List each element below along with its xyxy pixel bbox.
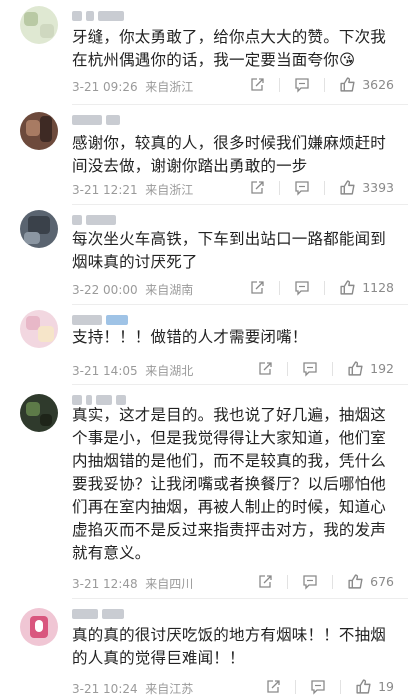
like-count: 192 (370, 361, 394, 376)
share-icon (259, 361, 272, 375)
comment-time: 3-21 10:24 (72, 682, 138, 696)
username[interactable] (72, 114, 120, 126)
comment-time: 3-21 09:26 (72, 80, 138, 94)
like-icon (348, 574, 363, 589)
avatar[interactable] (20, 210, 58, 248)
like-button[interactable]: 3626 (339, 76, 394, 93)
reply-button[interactable] (294, 77, 310, 93)
username[interactable] (72, 314, 128, 326)
reply-button[interactable] (302, 574, 318, 590)
comment-time: 3-21 14:05 (72, 364, 138, 378)
divider (72, 304, 408, 305)
share-icon (251, 77, 264, 91)
like-button[interactable]: 676 (347, 573, 394, 590)
comment-meta: 3-21 14:05 来自湖北 (72, 362, 193, 379)
comment-actions: 3393 (249, 179, 394, 196)
divider (72, 104, 408, 105)
comment-text: 牙缝，你太勇敢了，给你点大大的赞。下次我在杭州偶遇你的话，我一定要当面夸你😘 (72, 28, 387, 69)
like-count: 19 (378, 679, 394, 694)
comment-text: 真的真的很讨厌吃饭的地方有烟味！！不抽烟的人真的觉得巨难闻！！ (72, 626, 387, 667)
share-icon (251, 180, 264, 194)
like-button[interactable]: 1128 (339, 279, 394, 296)
comment-location: 来自湖南 (145, 283, 194, 297)
like-count: 3393 (362, 180, 394, 195)
comment-meta: 3-21 10:24 来自江苏 (72, 680, 193, 697)
username[interactable] (72, 608, 124, 620)
share-button[interactable] (249, 280, 265, 296)
comment-actions: 676 (257, 573, 394, 590)
comment-actions: 1128 (249, 279, 394, 296)
comment-location: 来自浙江 (145, 183, 194, 197)
like-icon (340, 180, 355, 195)
comment-icon (295, 180, 309, 196)
comment-icon (295, 77, 309, 93)
comment-time: 3-22 00:00 (72, 283, 138, 297)
avatar[interactable] (20, 394, 58, 432)
comment-meta: 3-22 00:00 来自湖南 (72, 281, 193, 298)
comment-location: 来自四川 (145, 577, 194, 591)
reply-button[interactable] (294, 280, 310, 296)
comment-text: 感谢你，较真的人，很多时候我们嫌麻烦赶时间没去做，谢谢你踏出勇敢的一步 (72, 134, 387, 175)
share-button[interactable] (257, 361, 273, 377)
comment-icon (303, 574, 317, 590)
comment-icon (311, 679, 325, 695)
comment-text: 真实，这才是目的。我也说了好几遍，抽烟这个事是小，但是我觉得得让大家知道，他们室… (72, 406, 387, 562)
like-count: 3626 (362, 77, 394, 92)
reply-button[interactable] (302, 361, 318, 377)
reply-button[interactable] (294, 180, 310, 196)
like-button[interactable]: 192 (347, 360, 394, 377)
comment-location: 来自江苏 (145, 682, 194, 696)
comment-meta: 3-21 09:26 来自浙江 (72, 78, 193, 95)
share-icon (251, 280, 264, 294)
comment-time: 3-21 12:21 (72, 183, 138, 197)
comment-meta: 3-21 12:21 来自浙江 (72, 181, 193, 198)
comment-actions: 19 (265, 678, 394, 695)
share-button[interactable] (257, 574, 273, 590)
like-button[interactable]: 3393 (339, 179, 394, 196)
avatar[interactable] (20, 310, 58, 348)
comment-text: 每次坐火车高铁，下车到出站口一路都能闻到烟味真的讨厌死了 (72, 230, 387, 271)
divider (72, 384, 408, 385)
username[interactable] (72, 10, 124, 22)
share-icon (259, 574, 272, 588)
share-icon (267, 679, 280, 693)
comment-icon (295, 280, 309, 296)
avatar[interactable] (20, 112, 58, 150)
comment-text: 支持！！！做错的人才需要闭嘴！ (72, 328, 308, 346)
like-icon (340, 77, 355, 92)
share-button[interactable] (249, 77, 265, 93)
like-count: 676 (370, 574, 394, 589)
divider (72, 204, 408, 205)
reply-button[interactable] (310, 679, 326, 695)
comment-location: 来自湖北 (145, 364, 194, 378)
comment-actions: 3626 (249, 76, 394, 93)
like-button[interactable]: 19 (355, 678, 394, 695)
like-icon (356, 679, 371, 694)
comment-actions: 192 (257, 360, 394, 377)
share-button[interactable] (265, 679, 281, 695)
comment-icon (303, 361, 317, 377)
comment-location: 来自浙江 (145, 80, 194, 94)
share-button[interactable] (249, 180, 265, 196)
comment-meta: 3-21 12:48 来自四川 (72, 575, 193, 592)
like-icon (340, 280, 355, 295)
divider (72, 598, 408, 599)
username[interactable] (72, 214, 116, 226)
avatar[interactable] (20, 608, 58, 646)
comment-time: 3-21 12:48 (72, 577, 138, 591)
like-icon (348, 361, 363, 376)
like-count: 1128 (362, 280, 394, 295)
avatar[interactable] (20, 6, 58, 44)
